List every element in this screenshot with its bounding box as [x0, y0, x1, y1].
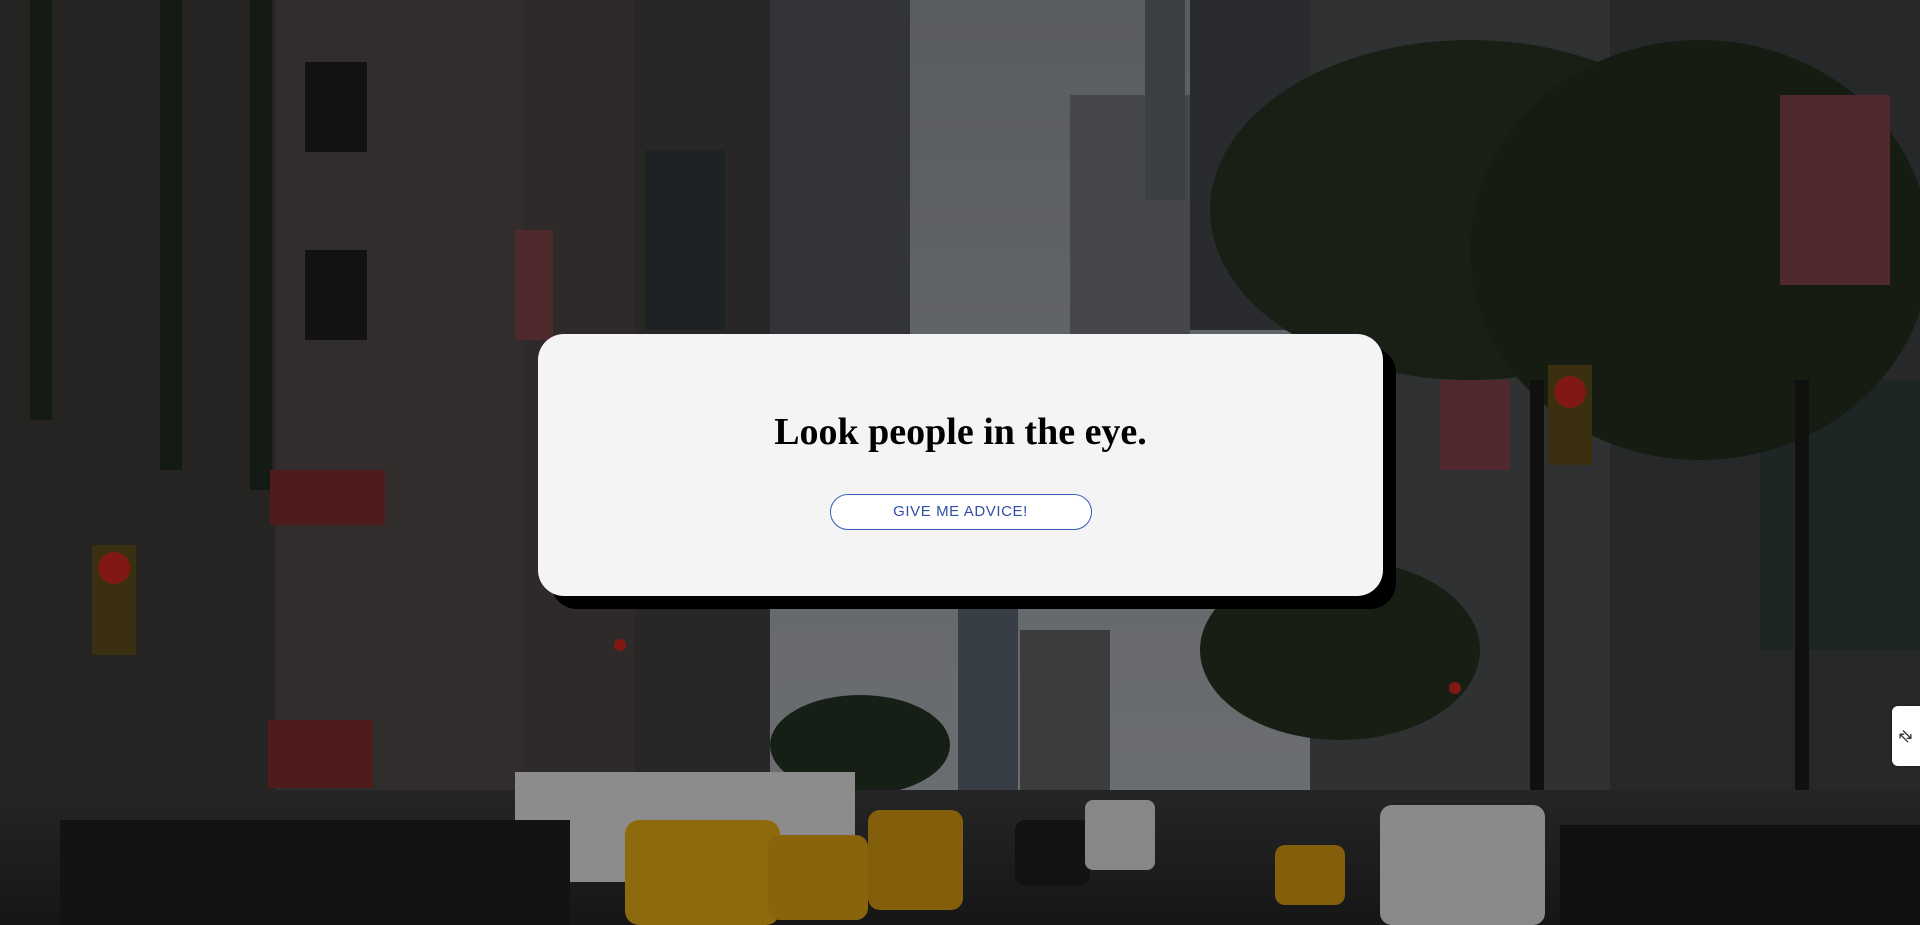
resize-handle-icon: ⇅: [1894, 724, 1918, 748]
advice-text: Look people in the eye.: [774, 411, 1147, 454]
advice-card: Look people in the eye. GIVE ME ADVICE!: [538, 334, 1383, 596]
give-me-advice-button[interactable]: GIVE ME ADVICE!: [829, 493, 1092, 530]
side-tab[interactable]: ⇅: [1892, 706, 1920, 766]
